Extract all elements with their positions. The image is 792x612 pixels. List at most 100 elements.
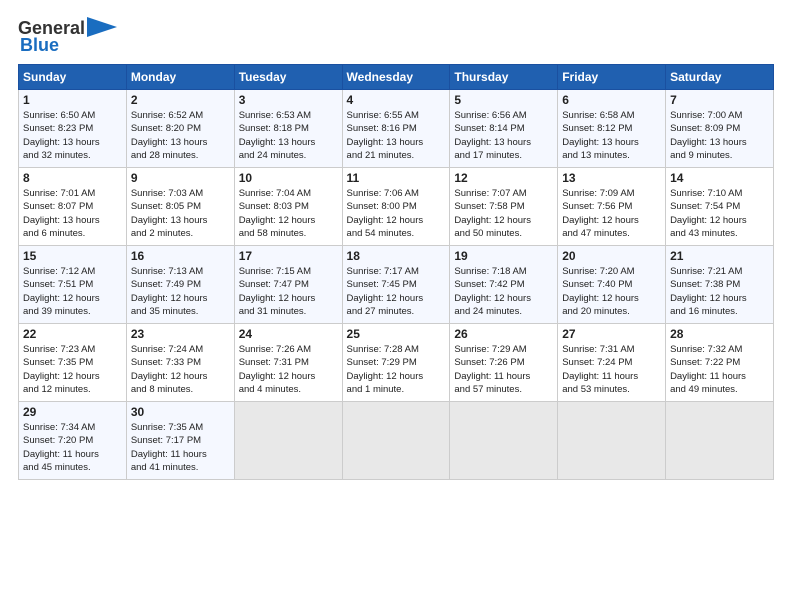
day-number: 9 (131, 171, 230, 185)
day-info: Sunrise: 7:26 AMSunset: 7:31 PMDaylight:… (239, 343, 338, 396)
day-number: 8 (23, 171, 122, 185)
calendar-cell: 24 Sunrise: 7:26 AMSunset: 7:31 PMDayligh… (234, 324, 342, 402)
day-info: Sunrise: 7:21 AMSunset: 7:38 PMDaylight:… (670, 265, 769, 318)
week-row-3: 15 Sunrise: 7:12 AMSunset: 7:51 PMDayligh… (19, 246, 774, 324)
day-info: Sunrise: 7:34 AMSunset: 7:20 PMDaylight:… (23, 421, 122, 474)
calendar-page: General Blue SundayMondayTuesdayWednesda… (0, 0, 792, 612)
calendar-cell: 12 Sunrise: 7:07 AMSunset: 7:58 PMDayligh… (450, 168, 558, 246)
calendar-cell (666, 402, 774, 480)
day-info: Sunrise: 7:31 AMSunset: 7:24 PMDaylight:… (562, 343, 661, 396)
calendar-cell: 6 Sunrise: 6:58 AMSunset: 8:12 PMDaylight… (558, 90, 666, 168)
day-number: 20 (562, 249, 661, 263)
day-number: 19 (454, 249, 553, 263)
calendar-cell: 21 Sunrise: 7:21 AMSunset: 7:38 PMDayligh… (666, 246, 774, 324)
day-header-monday: Monday (126, 65, 234, 90)
day-info: Sunrise: 7:35 AMSunset: 7:17 PMDaylight:… (131, 421, 230, 474)
calendar-cell: 18 Sunrise: 7:17 AMSunset: 7:45 PMDayligh… (342, 246, 450, 324)
calendar-cell: 26 Sunrise: 7:29 AMSunset: 7:26 PMDayligh… (450, 324, 558, 402)
calendar-cell: 28 Sunrise: 7:32 AMSunset: 7:22 PMDayligh… (666, 324, 774, 402)
calendar-cell: 22Sunrise: 7:23 AMSunset: 7:35 PMDayligh… (19, 324, 127, 402)
day-number: 17 (239, 249, 338, 263)
day-header-wednesday: Wednesday (342, 65, 450, 90)
day-info: Sunrise: 7:09 AMSunset: 7:56 PMDaylight:… (562, 187, 661, 240)
day-number: 13 (562, 171, 661, 185)
calendar-cell (558, 402, 666, 480)
week-row-2: 8 Sunrise: 7:01 AMSunset: 8:07 PMDaylight… (19, 168, 774, 246)
header-row: SundayMondayTuesdayWednesdayThursdayFrid… (19, 65, 774, 90)
day-info: Sunrise: 7:10 AMSunset: 7:54 PMDaylight:… (670, 187, 769, 240)
calendar-cell: 4 Sunrise: 6:55 AMSunset: 8:16 PMDaylight… (342, 90, 450, 168)
day-number: 15 (23, 249, 122, 263)
day-number: 27 (562, 327, 661, 341)
day-number: 1 (23, 93, 122, 107)
calendar-cell: 25 Sunrise: 7:28 AMSunset: 7:29 PMDayligh… (342, 324, 450, 402)
day-number: 3 (239, 93, 338, 107)
logo: General Blue (18, 18, 117, 56)
day-info: Sunrise: 7:00 AMSunset: 8:09 PMDaylight:… (670, 109, 769, 162)
day-number: 30 (131, 405, 230, 419)
calendar-cell (234, 402, 342, 480)
day-info: Sunrise: 7:28 AMSunset: 7:29 PMDaylight:… (347, 343, 446, 396)
day-info: Sunrise: 6:50 AMSunset: 8:23 PMDaylight:… (23, 109, 122, 162)
day-number: 10 (239, 171, 338, 185)
day-info: Sunrise: 7:03 AMSunset: 8:05 PMDaylight:… (131, 187, 230, 240)
day-info: Sunrise: 7:17 AMSunset: 7:45 PMDaylight:… (347, 265, 446, 318)
day-info: Sunrise: 6:58 AMSunset: 8:12 PMDaylight:… (562, 109, 661, 162)
day-info: Sunrise: 7:13 AMSunset: 7:49 PMDaylight:… (131, 265, 230, 318)
calendar-cell (342, 402, 450, 480)
day-number: 7 (670, 93, 769, 107)
day-number: 25 (347, 327, 446, 341)
logo-arrow-icon (87, 17, 117, 37)
day-number: 21 (670, 249, 769, 263)
day-number: 26 (454, 327, 553, 341)
calendar-cell: 1 Sunrise: 6:50 AMSunset: 8:23 PMDaylight… (19, 90, 127, 168)
day-header-sunday: Sunday (19, 65, 127, 90)
calendar-cell: 29 Sunrise: 7:34 AMSunset: 7:20 PMDayligh… (19, 402, 127, 480)
day-info: Sunrise: 7:20 AMSunset: 7:40 PMDaylight:… (562, 265, 661, 318)
calendar-table: SundayMondayTuesdayWednesdayThursdayFrid… (18, 64, 774, 480)
calendar-cell: 19 Sunrise: 7:18 AMSunset: 7:42 PMDayligh… (450, 246, 558, 324)
calendar-cell: 3 Sunrise: 6:53 AMSunset: 8:18 PMDaylight… (234, 90, 342, 168)
day-info: Sunrise: 7:32 AMSunset: 7:22 PMDaylight:… (670, 343, 769, 396)
day-info: Sunrise: 7:24 AMSunset: 7:33 PMDaylight:… (131, 343, 230, 396)
day-number: 6 (562, 93, 661, 107)
calendar-cell: 15 Sunrise: 7:12 AMSunset: 7:51 PMDayligh… (19, 246, 127, 324)
day-info: Sunrise: 7:12 AMSunset: 7:51 PMDaylight:… (23, 265, 122, 318)
day-info: Sunrise: 7:15 AMSunset: 7:47 PMDaylight:… (239, 265, 338, 318)
calendar-cell: 9 Sunrise: 7:03 AMSunset: 8:05 PMDaylight… (126, 168, 234, 246)
calendar-cell: 8 Sunrise: 7:01 AMSunset: 8:07 PMDaylight… (19, 168, 127, 246)
day-header-thursday: Thursday (450, 65, 558, 90)
day-number: 4 (347, 93, 446, 107)
day-number: 22 (23, 327, 122, 341)
calendar-cell: 30 Sunrise: 7:35 AMSunset: 7:17 PMDayligh… (126, 402, 234, 480)
day-number: 11 (347, 171, 446, 185)
calendar-cell: 2Sunrise: 6:52 AMSunset: 8:20 PMDaylight… (126, 90, 234, 168)
header: General Blue (18, 18, 774, 56)
day-number: 18 (347, 249, 446, 263)
week-row-1: 1 Sunrise: 6:50 AMSunset: 8:23 PMDaylight… (19, 90, 774, 168)
day-number: 23 (131, 327, 230, 341)
calendar-cell: 16 Sunrise: 7:13 AMSunset: 7:49 PMDayligh… (126, 246, 234, 324)
calendar-cell: 5Sunrise: 6:56 AMSunset: 8:14 PMDaylight… (450, 90, 558, 168)
day-info: Sunrise: 7:01 AMSunset: 8:07 PMDaylight:… (23, 187, 122, 240)
day-info: Sunrise: 6:53 AMSunset: 8:18 PMDaylight:… (239, 109, 338, 162)
week-row-5: 29 Sunrise: 7:34 AMSunset: 7:20 PMDayligh… (19, 402, 774, 480)
day-number: 16 (131, 249, 230, 263)
day-info: Sunrise: 6:55 AMSunset: 8:16 PMDaylight:… (347, 109, 446, 162)
day-header-friday: Friday (558, 65, 666, 90)
day-number: 12 (454, 171, 553, 185)
calendar-cell: 7 Sunrise: 7:00 AMSunset: 8:09 PMDaylight… (666, 90, 774, 168)
day-info: Sunrise: 7:07 AMSunset: 7:58 PMDaylight:… (454, 187, 553, 240)
day-info: Sunrise: 7:29 AMSunset: 7:26 PMDaylight:… (454, 343, 553, 396)
logo-blue: Blue (20, 35, 59, 56)
day-header-saturday: Saturday (666, 65, 774, 90)
day-number: 14 (670, 171, 769, 185)
day-info: Sunrise: 6:56 AMSunset: 8:14 PMDaylight:… (454, 109, 553, 162)
calendar-cell: 23 Sunrise: 7:24 AMSunset: 7:33 PMDayligh… (126, 324, 234, 402)
day-number: 24 (239, 327, 338, 341)
day-number: 28 (670, 327, 769, 341)
calendar-cell: 11Sunrise: 7:06 AMSunset: 8:00 PMDayligh… (342, 168, 450, 246)
day-number: 29 (23, 405, 122, 419)
week-row-4: 22Sunrise: 7:23 AMSunset: 7:35 PMDayligh… (19, 324, 774, 402)
day-info: Sunrise: 7:18 AMSunset: 7:42 PMDaylight:… (454, 265, 553, 318)
